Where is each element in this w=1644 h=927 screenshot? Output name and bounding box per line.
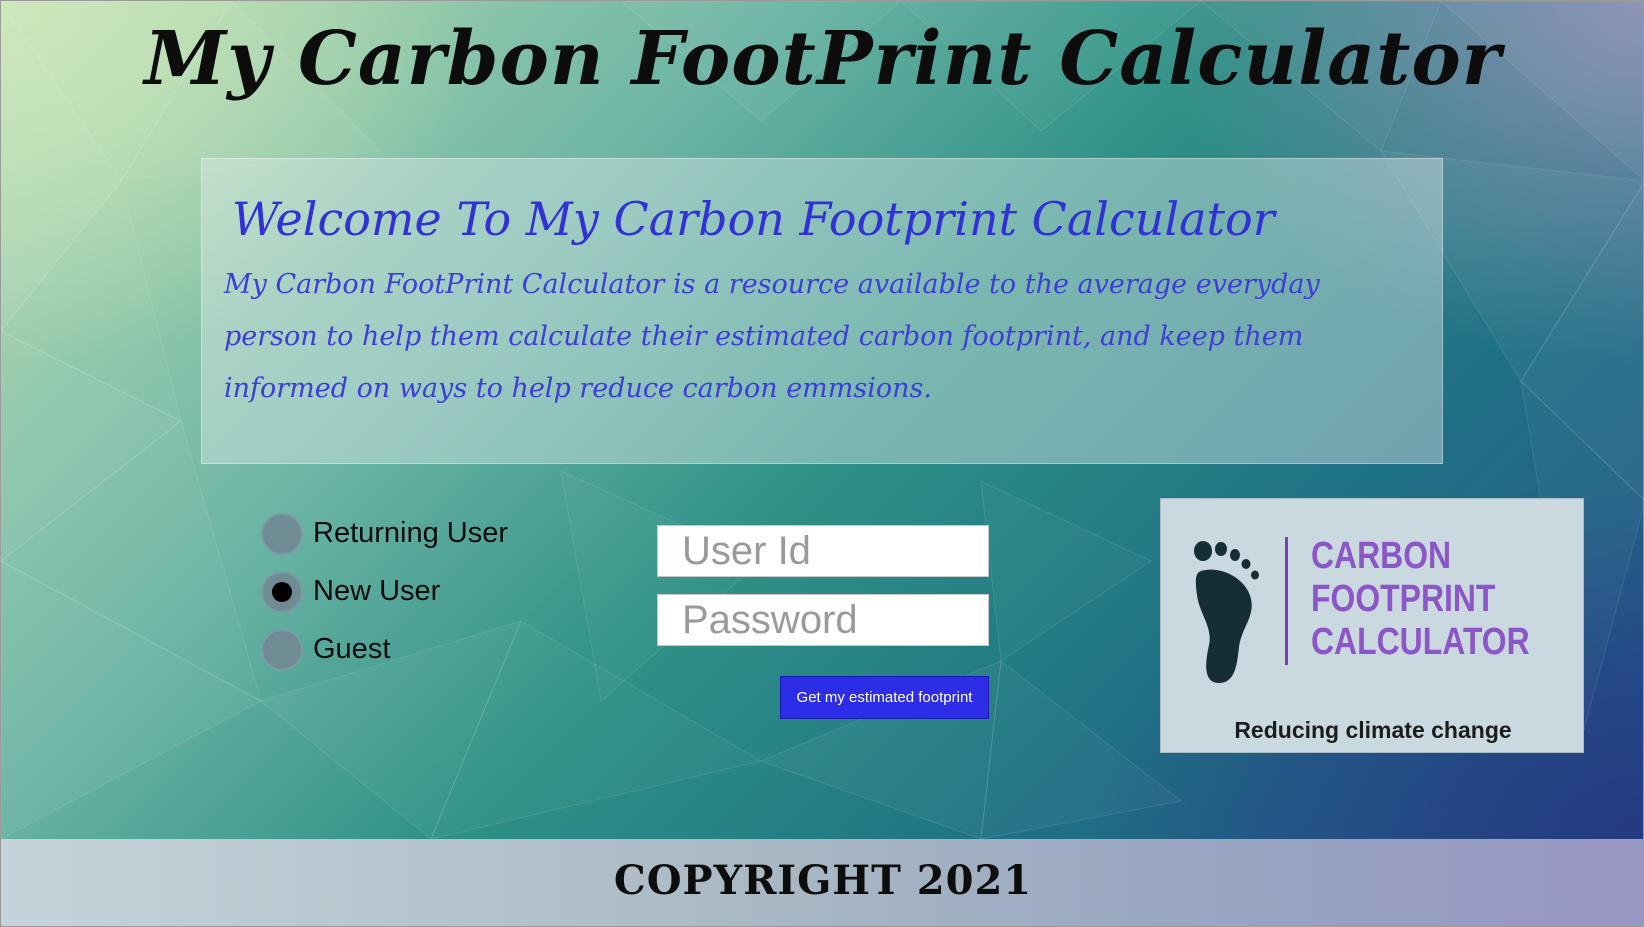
footprint-icon bbox=[1194, 541, 1259, 683]
logo-tagline: Reducing climate change bbox=[1234, 717, 1512, 743]
radio-button-returning-user[interactable] bbox=[261, 513, 303, 555]
radio-option-new-user[interactable]: New User bbox=[261, 569, 581, 613]
get-footprint-button[interactable]: Get my estimated footprint bbox=[780, 676, 989, 719]
logo-divider bbox=[1285, 537, 1288, 665]
logo-line-calculator: CALCULATOR bbox=[1311, 621, 1530, 663]
logo-wordmark: CARBON FOOTPRINT CALCULATOR bbox=[1311, 535, 1530, 664]
page-title: My Carbon FootPrint Calculator bbox=[144, 16, 1502, 102]
radio-option-guest[interactable]: Guest bbox=[261, 627, 581, 671]
logo-line-carbon: CARBON bbox=[1311, 535, 1452, 577]
radio-label-guest[interactable]: Guest bbox=[313, 627, 390, 671]
password-input[interactable] bbox=[657, 594, 989, 646]
copyright-text: COPYRIGHT 2021 bbox=[613, 857, 1033, 904]
user-id-input[interactable] bbox=[657, 525, 989, 577]
radio-label-new-user[interactable]: New User bbox=[313, 569, 440, 613]
welcome-description: My Carbon FootPrint Calculator is a reso… bbox=[224, 269, 1320, 404]
page: My Carbon FootPrint Calculator Welcome T… bbox=[0, 0, 1644, 927]
radio-button-new-user[interactable] bbox=[261, 571, 303, 613]
radio-button-guest[interactable] bbox=[261, 629, 303, 671]
carbon-footprint-logo: CARBON FOOTPRINT CALCULATOR Reducing cli… bbox=[1160, 498, 1584, 753]
welcome-panel: Welcome To My Carbon Footprint Calculato… bbox=[201, 158, 1443, 464]
radio-label-returning-user[interactable]: Returning User bbox=[313, 511, 508, 555]
welcome-heading: Welcome To My Carbon Footprint Calculato… bbox=[232, 192, 1275, 246]
logo-line-footprint: FOOTPRINT bbox=[1311, 578, 1496, 620]
radio-option-returning-user[interactable]: Returning User bbox=[261, 511, 581, 555]
footer: COPYRIGHT 2021 bbox=[1, 839, 1643, 926]
